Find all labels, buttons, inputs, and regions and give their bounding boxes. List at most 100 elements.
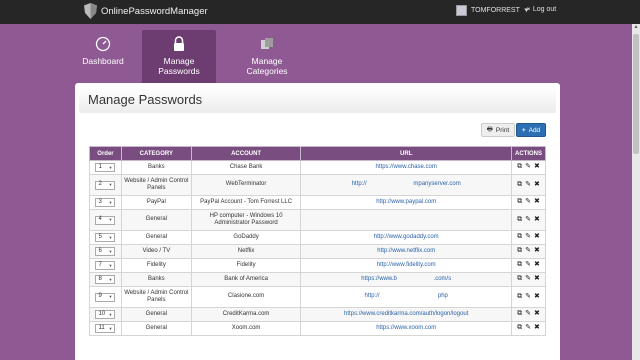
edit-icon[interactable]: ✎ [525,247,531,254]
caret-down-icon: ▼ [108,234,113,240]
order-select[interactable]: 7 ▼ [95,261,116,270]
header-actions: ACTIONS [511,146,546,161]
nav-manage-passwords-label: Manage Passwords [158,56,200,76]
url-link[interactable]: http:// php [365,293,448,299]
shield-logo-icon [84,3,97,19]
open-link-icon[interactable]: ⧉ [517,163,522,170]
logout-label: Log out [532,5,557,13]
delete-icon[interactable]: ✖ [534,324,540,331]
table-row: 11 ▼ General Xoom.com https://www.xoom.co… [89,321,546,336]
open-link-icon[interactable]: ⧉ [517,216,522,223]
caret-down-icon: ▼ [108,164,113,170]
edit-icon[interactable]: ✎ [525,198,531,205]
header-category[interactable]: CATEGORY [120,146,192,161]
print-label: Print [495,126,510,134]
url-link[interactable]: https://www.creditkarma.com/auth/logon/l… [344,311,468,317]
delete-icon[interactable]: ✖ [534,233,540,240]
order-select[interactable]: 1 ▼ [95,163,116,172]
url-link[interactable]: https://www.chase.com [376,164,437,170]
brand-name: OnlinePasswordManager [101,5,208,17]
order-select[interactable]: 10 ▼ [95,310,116,319]
logout-icon: ⇥ [524,6,530,13]
account-cell: Netflix [190,244,302,259]
category-cell: General [120,307,192,322]
url-link[interactable]: https://www.xoom.com [376,325,436,331]
url-link[interactable]: https://www.b .com/s [361,276,451,282]
scroll-up-arrow-icon[interactable]: ▲ [632,24,640,32]
url-link[interactable]: http://www.godaddy.com [374,234,439,240]
table-row: 7 ▼ Fidelity Fidelity http://www.fidelity… [89,258,546,273]
url-link[interactable]: http://www.paypal.com [376,199,436,205]
caret-down-icon: ▼ [108,248,113,254]
category-cell: Video / TV [120,244,192,259]
order-select[interactable]: 6 ▼ [95,247,116,256]
edit-icon[interactable]: ✎ [525,310,531,317]
content-panel: Manage Passwords 🖶 Print + Add Order CAT… [75,83,560,360]
category-cell: Fidelity [120,258,192,273]
url-link[interactable]: http:// mpanyserver.com [352,181,461,187]
brand[interactable]: OnlinePasswordManager [84,3,208,19]
delete-icon[interactable]: ✖ [534,293,540,300]
scrollbar-thumb[interactable] [633,34,639,154]
user-menu[interactable]: TOMFORREST ▼ [456,5,529,16]
open-link-icon[interactable]: ⧉ [517,310,522,317]
printer-icon: 🖶 [486,125,493,133]
header-url[interactable]: URL [300,146,512,161]
add-button[interactable]: + Add [516,123,546,137]
open-link-icon[interactable]: ⧉ [517,293,522,300]
table-row: 1 ▼ Banks Chase Bank https://www.chase.co… [89,160,546,175]
edit-icon[interactable]: ✎ [525,233,531,240]
edit-icon[interactable]: ✎ [525,216,531,223]
table-row: 5 ▼ General GoDaddy http://www.godaddy.co… [89,230,546,245]
delete-icon[interactable]: ✖ [534,198,540,205]
delete-icon[interactable]: ✖ [534,216,540,223]
logout-link[interactable]: ⇥ Log out [524,5,557,14]
edit-icon[interactable]: ✎ [525,261,531,268]
open-link-icon[interactable]: ⧉ [517,275,522,282]
table-row: 2 ▼ Website / Admin Control Panels WebTer… [89,174,546,196]
page-scrollbar[interactable]: ▲ [632,24,640,360]
header-account[interactable]: ACCOUNT [190,146,302,161]
order-select[interactable]: 8 ▼ [95,275,116,284]
table-row: 10 ▼ General CreditKarma.com https://www.… [89,307,546,322]
open-link-icon[interactable]: ⧉ [517,324,522,331]
nav-dashboard-label: Dashboard [82,56,124,66]
open-link-icon[interactable]: ⧉ [517,247,522,254]
category-cell: Website / Admin Control Panels [120,286,192,308]
account-cell: Fidelity [190,258,302,273]
header-order[interactable]: Order [89,146,122,161]
caret-down-icon: ▼ [108,262,113,268]
edit-icon[interactable]: ✎ [525,324,531,331]
edit-icon[interactable]: ✎ [525,293,531,300]
order-select[interactable]: 5 ▼ [95,233,116,242]
account-cell: Xoom.com [190,321,302,336]
delete-icon[interactable]: ✖ [534,247,540,254]
order-select[interactable]: 11 ▼ [95,324,116,333]
open-link-icon[interactable]: ⧉ [517,181,522,188]
order-select[interactable]: 2 ▼ [95,180,116,190]
edit-icon[interactable]: ✎ [525,275,531,282]
main-nav: Dashboard Manage Passwords Manage Catego… [0,24,640,96]
open-link-icon[interactable]: ⧉ [517,233,522,240]
order-select[interactable]: 4 ▼ [95,215,116,225]
add-label: Add [528,126,541,134]
delete-icon[interactable]: ✖ [534,275,540,282]
order-select[interactable]: 3 ▼ [95,198,116,207]
open-link-icon[interactable]: ⧉ [517,261,522,268]
url-link[interactable]: http://www.netflix.com [377,248,435,254]
edit-icon[interactable]: ✎ [525,181,531,188]
edit-icon[interactable]: ✎ [525,163,531,170]
category-cell: PayPal [120,195,192,210]
delete-icon[interactable]: ✖ [534,261,540,268]
caret-down-icon: ▼ [108,217,113,223]
delete-icon[interactable]: ✖ [534,310,540,317]
delete-icon[interactable]: ✖ [534,163,540,170]
order-select[interactable]: 9 ▼ [95,292,116,302]
open-link-icon[interactable]: ⧉ [517,198,522,205]
delete-icon[interactable]: ✖ [534,181,540,188]
caret-down-icon: ▼ [108,276,113,282]
account-cell: CreditKarma.com [190,307,302,322]
gauge-icon [95,36,111,52]
url-link[interactable]: http://www.fidelity.com [377,262,436,268]
print-button[interactable]: 🖶 Print [481,123,515,137]
